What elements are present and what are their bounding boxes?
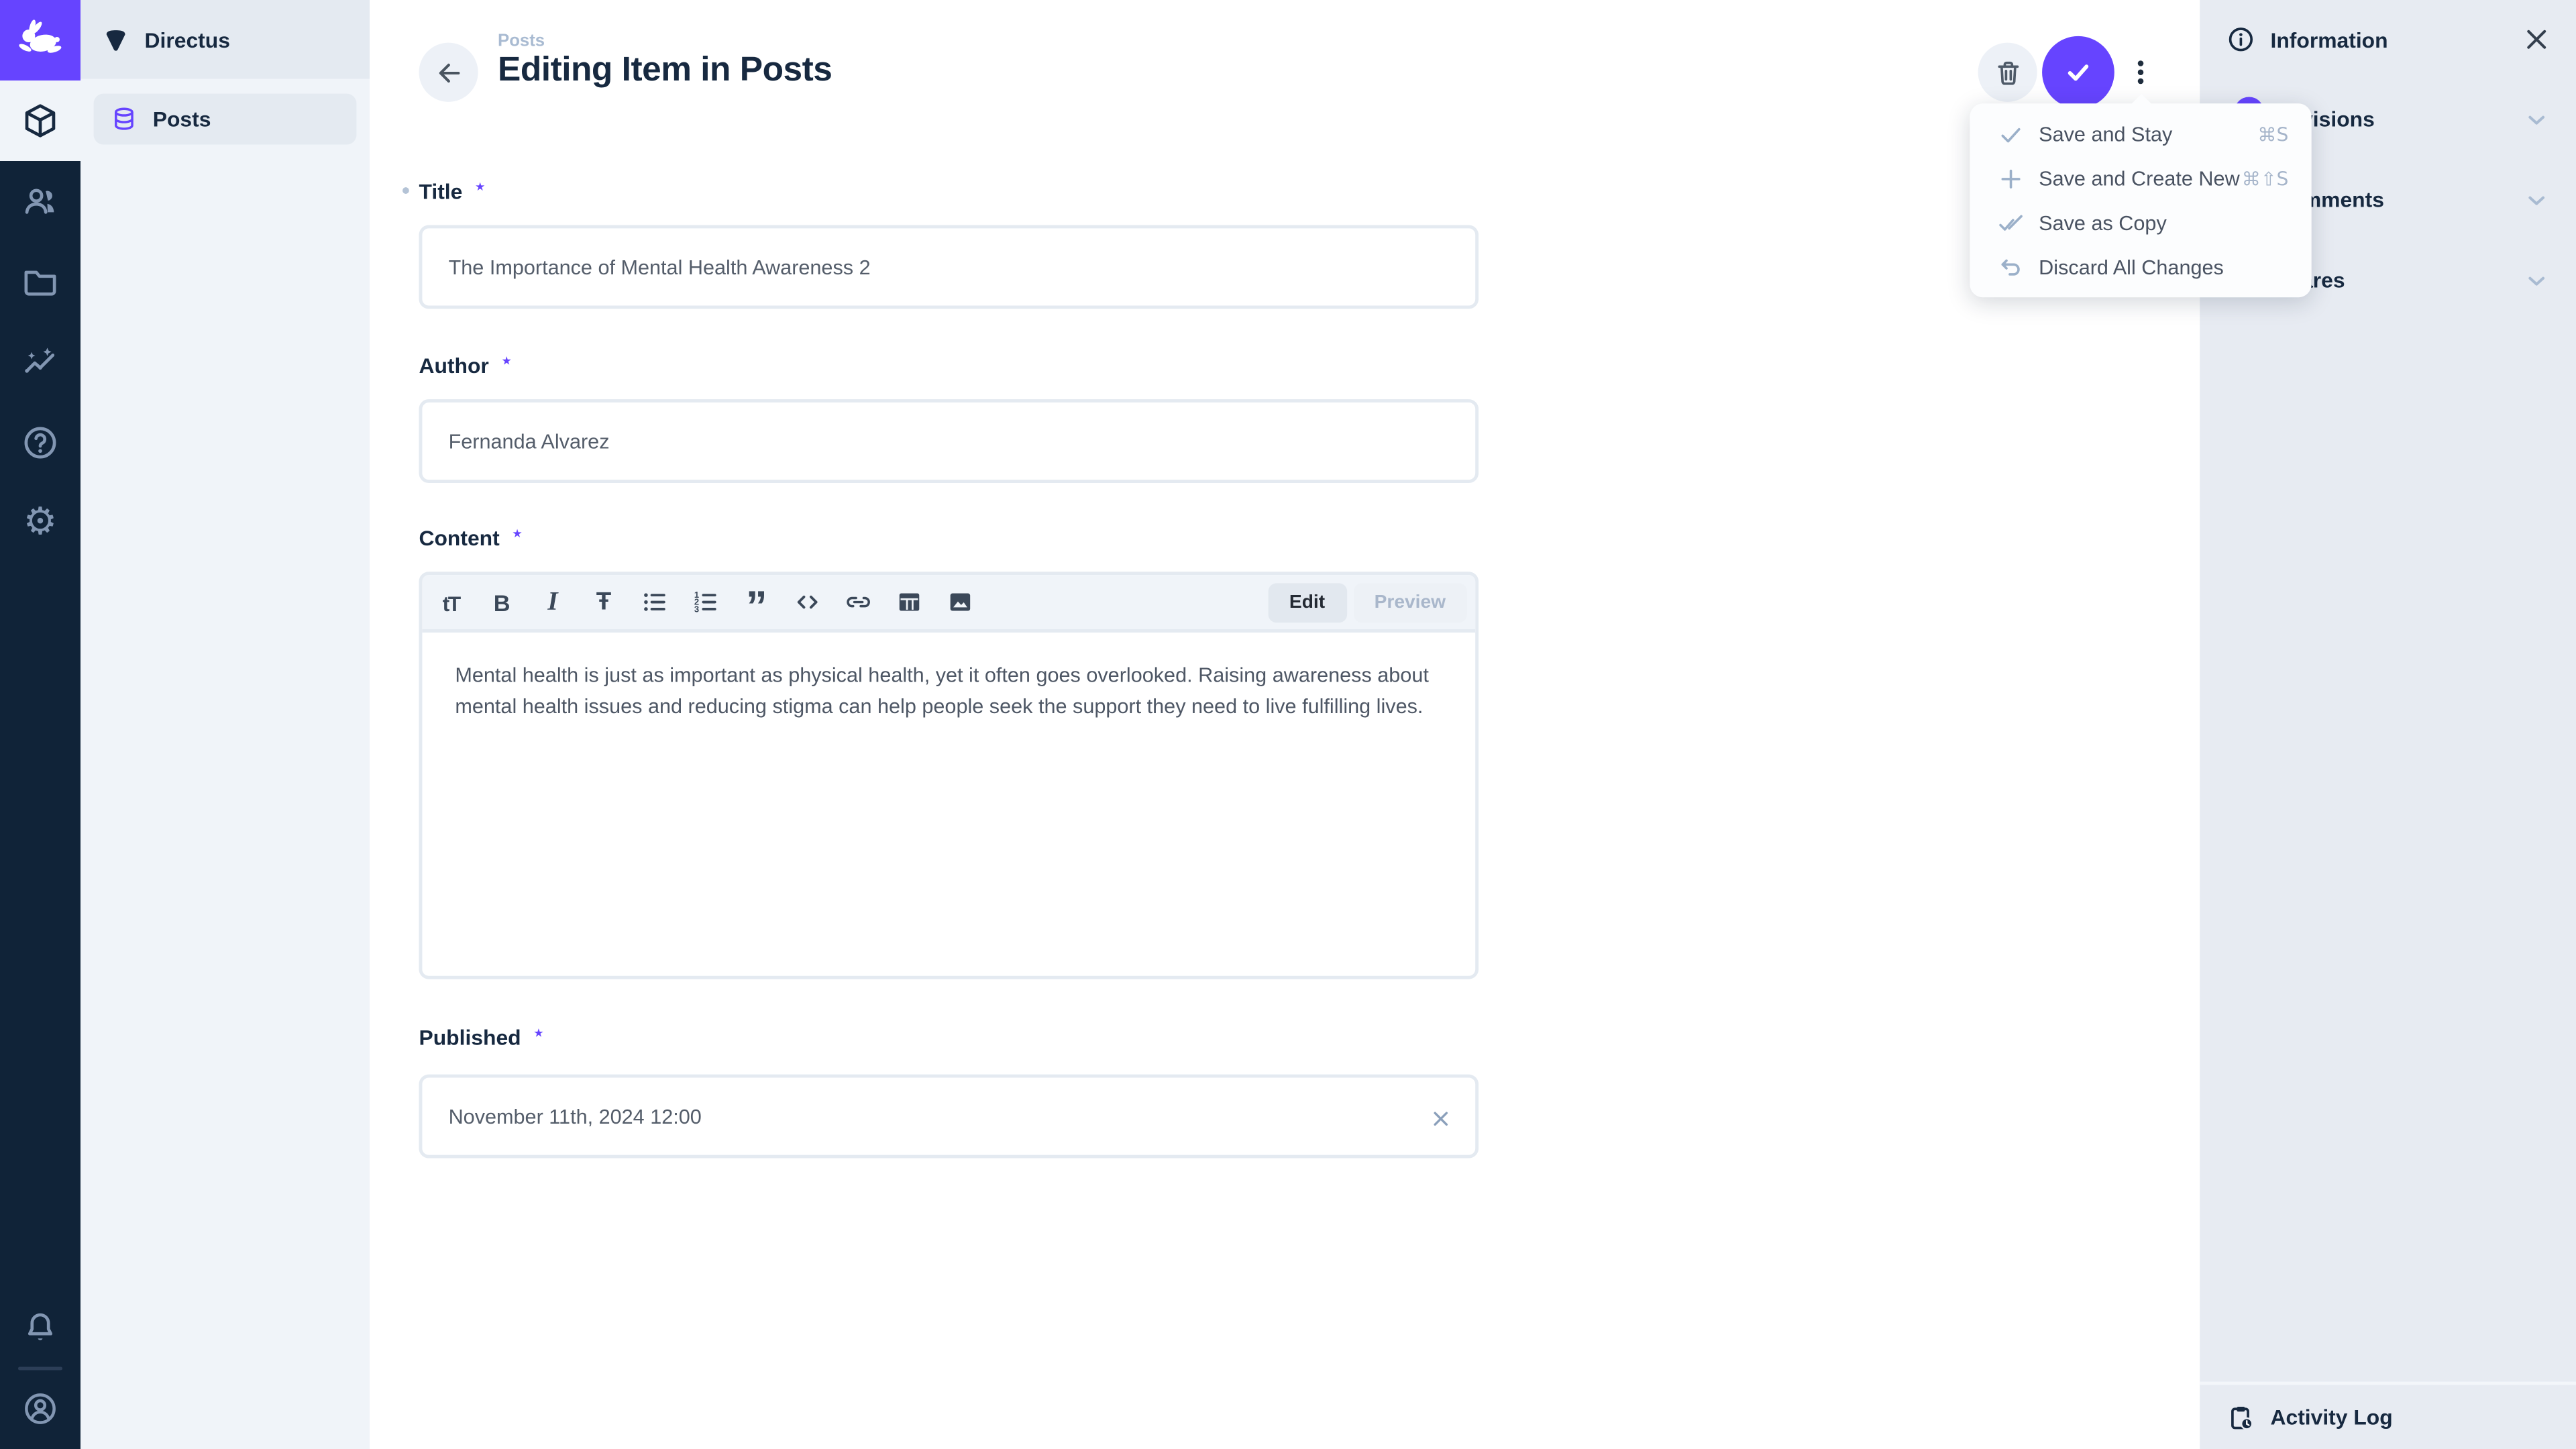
author-value: Fernanda Alvarez [449,429,610,452]
bulleted-list-icon[interactable] [641,588,669,616]
activity-log-label: Activity Log [2270,1405,2392,1430]
published-label: Published [419,1025,543,1050]
project-icon [102,25,130,54]
sidebar-item-posts[interactable]: Posts [94,94,357,145]
activity-log-icon [2226,1402,2255,1432]
content-label: Content [419,526,522,551]
info-sidebar-title: Information [2270,27,2387,52]
breadcrumb[interactable]: Posts [498,32,545,51]
editor-toolbar: 1 2 3 [422,575,1475,633]
help-icon [21,424,59,462]
format-size-icon[interactable] [437,588,465,616]
module-bar: ⚙ [0,0,80,1449]
markdown-editor: 1 2 3 [419,572,1479,979]
users-icon [21,182,59,220]
published-input[interactable]: November 11th, 2024 12:00 [419,1075,1479,1159]
notifications-button[interactable] [0,1288,80,1368]
module-files[interactable] [0,241,80,322]
rabbit-logo-icon [15,15,64,64]
menu-item-save-and-create-new[interactable]: Save and Create New ⌘⇧S [1970,156,2311,201]
settings-icon: ⚙ [23,504,58,542]
folder-icon [21,263,59,301]
bell-icon [21,1309,59,1347]
directus-logo[interactable] [0,0,80,80]
project-name: Directus [145,27,230,52]
module-users[interactable] [0,161,80,241]
editor-mode-tabs: Edit Preview [1268,583,1467,623]
table-icon[interactable] [896,588,924,616]
tab-preview[interactable]: Preview [1353,583,1467,623]
svg-text:3: 3 [694,604,699,614]
arrow-left-icon [433,56,464,88]
code-icon[interactable] [794,588,822,616]
save-options-menu: Save and Stay ⌘S Save and Create New ⌘⇧S… [1970,103,2311,297]
delete-button[interactable] [1978,43,2037,102]
directus-app: ⚙ Directus [0,0,2576,1449]
author-input[interactable]: Fernanda Alvarez [419,399,1479,483]
edited-indicator-dot [402,187,409,194]
close-sidebar-button[interactable] [2522,25,2551,54]
main-content: Posts Editing Item in Posts [370,0,2200,1449]
undo-icon [1998,254,2024,280]
sidebar-item-label: Posts [153,107,211,131]
save-button[interactable] [2042,36,2114,109]
link-icon[interactable] [845,588,873,616]
title-label: Title [419,179,485,204]
module-settings[interactable]: ⚙ [0,483,80,564]
menu-item-discard-all-changes[interactable]: Discard All Changes [1970,245,2311,289]
menu-item-save-and-stay[interactable]: Save and Stay ⌘S [1970,112,2311,156]
back-button[interactable] [419,43,478,102]
shortcut-hint: ⌘⇧S [2242,167,2289,190]
more-options-button[interactable] [2121,43,2161,102]
clear-icon [1430,1108,1452,1130]
shortcut-hint: ⌘S [2257,122,2288,145]
module-insights[interactable] [0,322,80,402]
activity-log-button[interactable]: Activity Log [2200,1382,2576,1449]
double-check-icon [1998,209,2024,235]
image-icon[interactable] [947,588,975,616]
title-value: The Importance of Mental Health Awarenes… [449,256,871,278]
author-label: Author [419,354,511,378]
menu-item-save-as-copy[interactable]: Save as Copy [1970,201,2311,245]
database-icon [110,105,138,133]
bold-icon[interactable] [488,588,516,616]
box-icon [21,102,59,140]
user-avatar-icon [21,1390,59,1428]
module-content[interactable] [0,80,80,161]
blockquote-icon[interactable] [743,588,771,616]
user-menu-button[interactable] [0,1368,80,1449]
strikethrough-icon[interactable] [590,588,618,616]
close-icon [2522,25,2551,54]
content-textarea[interactable]: Mental health is just as important as ph… [422,636,1475,979]
italic-icon[interactable] [539,588,567,616]
more-vertical-icon [2125,54,2157,91]
header-actions [1978,36,2161,109]
page-title: Editing Item in Posts [498,51,832,91]
published-value: November 11th, 2024 12:00 [449,1105,702,1128]
insights-icon [21,343,59,381]
plus-icon [1998,165,2024,191]
chevron-down-icon [2524,107,2550,133]
navigation-sidebar: Directus Posts [80,0,370,1449]
info-icon [2226,25,2255,54]
module-help[interactable] [0,402,80,483]
project-header[interactable]: Directus [80,0,370,79]
content-text: Mental health is just as important as ph… [455,660,1447,721]
numbered-list-icon[interactable]: 1 2 3 [692,588,720,616]
title-input[interactable]: The Importance of Mental Health Awarenes… [419,225,1479,309]
trash-icon [1992,56,2023,88]
check-icon [1998,121,2024,147]
clear-date-button[interactable] [1430,1108,1452,1136]
chevron-down-icon [2524,187,2550,213]
tab-edit[interactable]: Edit [1268,583,1346,623]
info-sidebar-header: Information [2200,0,2576,79]
chevron-down-icon [2524,268,2550,294]
check-icon [2060,54,2096,91]
